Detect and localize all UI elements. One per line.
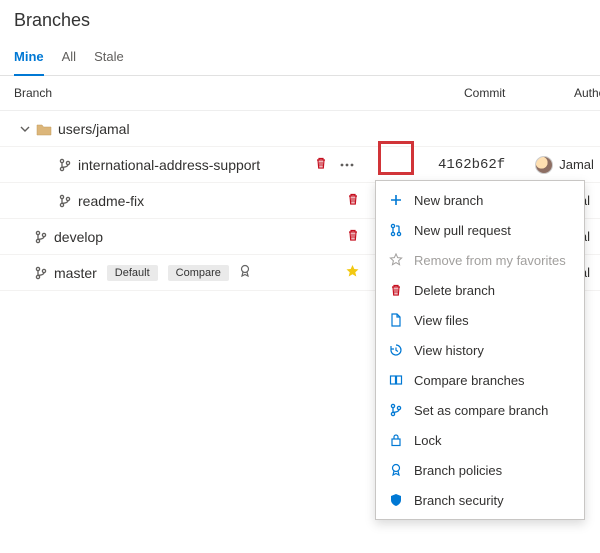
folder-name: users/jamal	[58, 121, 130, 137]
more-options-button[interactable]	[334, 153, 360, 177]
menu-new-pr[interactable]: New pull request	[376, 215, 584, 245]
compare-badge: Compare	[168, 265, 229, 281]
folder-icon	[36, 122, 52, 136]
plus-icon	[388, 192, 404, 208]
menu-new-branch[interactable]: New branch	[376, 185, 584, 215]
award-icon	[239, 264, 251, 281]
menu-view-files[interactable]: View files	[376, 305, 584, 335]
star-icon[interactable]	[345, 264, 360, 282]
menu-branch-policies[interactable]: Branch policies	[376, 455, 584, 485]
branch-icon	[34, 266, 48, 280]
menu-label: Delete branch	[414, 283, 495, 298]
delete-icon[interactable]	[346, 228, 360, 245]
pull-request-icon	[388, 222, 404, 238]
branch-row[interactable]: international-address-support 4162b62f J…	[0, 147, 600, 183]
star-outline-icon	[388, 252, 404, 268]
menu-label: Set as compare branch	[414, 403, 548, 418]
branch-name: master	[54, 265, 97, 281]
default-badge: Default	[107, 265, 158, 281]
avatar	[535, 156, 553, 174]
column-branch: Branch	[14, 86, 364, 100]
tabs-bar: Mine All Stale	[0, 35, 600, 76]
author-name: Jamal	[559, 157, 594, 172]
chevron-down-icon[interactable]	[20, 124, 30, 134]
commit-hash[interactable]: 4162b62f	[438, 157, 505, 173]
branch-name: international-address-support	[78, 157, 260, 173]
menu-label: Branch security	[414, 493, 504, 508]
tab-all[interactable]: All	[62, 43, 76, 75]
column-author: Author	[574, 86, 600, 100]
trash-icon	[388, 282, 404, 298]
branch-name: readme-fix	[78, 193, 144, 209]
menu-delete-branch[interactable]: Delete branch	[376, 275, 584, 305]
shield-icon	[388, 492, 404, 508]
column-headers: Branch Commit Author	[0, 76, 600, 111]
menu-label: New pull request	[414, 223, 511, 238]
column-commit: Commit	[464, 86, 574, 100]
lock-icon	[388, 432, 404, 448]
award-icon	[388, 462, 404, 478]
history-icon	[388, 342, 404, 358]
menu-label: Remove from my favorites	[414, 253, 566, 268]
menu-compare-branches[interactable]: Compare branches	[376, 365, 584, 395]
delete-icon[interactable]	[314, 156, 328, 173]
menu-branch-security[interactable]: Branch security	[376, 485, 584, 515]
branch-icon	[58, 158, 72, 172]
compare-icon	[388, 372, 404, 388]
menu-label: Lock	[414, 433, 441, 448]
menu-label: Compare branches	[414, 373, 525, 388]
menu-set-compare[interactable]: Set as compare branch	[376, 395, 584, 425]
branch-name: develop	[54, 229, 103, 245]
branch-icon	[58, 194, 72, 208]
branch-context-menu: New branch New pull request Remove from …	[375, 180, 585, 520]
delete-icon[interactable]	[346, 192, 360, 209]
tab-mine[interactable]: Mine	[14, 43, 44, 76]
branch-icon	[34, 230, 48, 244]
menu-lock[interactable]: Lock	[376, 425, 584, 455]
menu-label: View files	[414, 313, 469, 328]
file-icon	[388, 312, 404, 328]
menu-label: View history	[414, 343, 484, 358]
tab-stale[interactable]: Stale	[94, 43, 124, 75]
menu-view-history[interactable]: View history	[376, 335, 584, 365]
menu-label: New branch	[414, 193, 483, 208]
menu-label: Branch policies	[414, 463, 502, 478]
menu-remove-favorite: Remove from my favorites	[376, 245, 584, 275]
folder-row[interactable]: users/jamal	[0, 111, 600, 147]
page-title: Branches	[14, 10, 586, 31]
branch-icon	[388, 402, 404, 418]
